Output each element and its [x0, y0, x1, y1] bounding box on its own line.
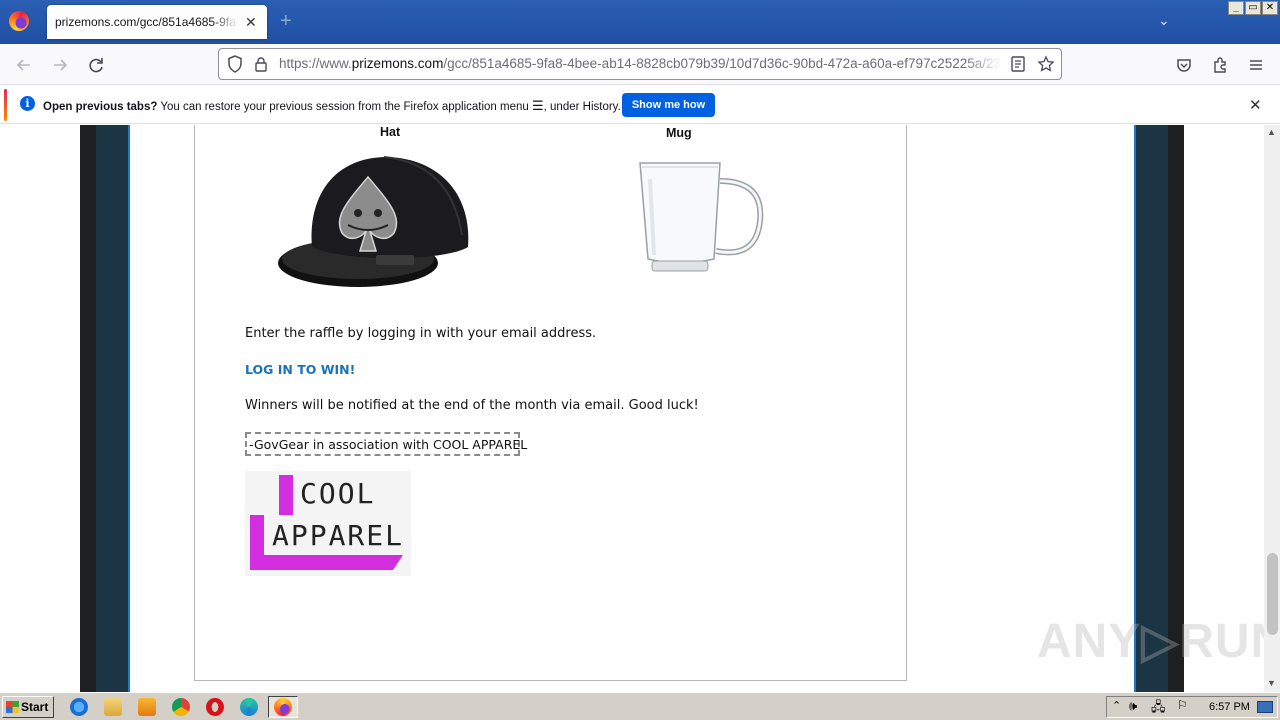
url-prefix: https://www. — [279, 56, 352, 71]
mug-image — [639, 162, 764, 272]
logo-text-cool: COOL — [300, 477, 376, 510]
mug-label: Mug — [666, 126, 692, 140]
start-label: Start — [21, 700, 49, 714]
bookmark-star-icon[interactable] — [1037, 55, 1055, 73]
vertical-scrollbar[interactable]: ▲ ▼ — [1264, 125, 1280, 692]
maximize-button[interactable]: ▭ — [1245, 1, 1261, 15]
notification-accent-bar — [4, 89, 7, 121]
action-center-flag-icon[interactable]: ⚐ — [1177, 698, 1188, 712]
window-controls: _ ▭ ✕ — [1228, 1, 1278, 15]
url-bar[interactable]: https://www.prizemons.com/gcc/851a4685-9… — [218, 48, 1062, 80]
scroll-down-arrow-icon[interactable]: ▼ — [1267, 678, 1276, 688]
tab-title: prizemons.com/gcc/851a4685-9fa8-4bee-ab1… — [55, 15, 239, 29]
new-tab-button[interactable]: + — [280, 10, 292, 32]
navigation-toolbar: https://www.prizemons.com/gcc/851a4685-9… — [0, 44, 1280, 85]
reader-view-icon[interactable] — [1009, 55, 1027, 73]
pocket-icon[interactable] — [1173, 54, 1195, 76]
firefox-taskbar-icon — [274, 698, 292, 716]
file-explorer-icon[interactable] — [104, 698, 122, 716]
info-icon: i — [20, 96, 35, 111]
network-icon[interactable]: 🖧 — [1151, 698, 1166, 720]
signoff-text: -GovGear in association with COOL APPARE… — [245, 432, 527, 456]
show-desktop-icon[interactable] — [1257, 701, 1273, 713]
extensions-icon[interactable] — [1209, 54, 1231, 76]
start-button[interactable]: Start — [2, 696, 54, 718]
url-domain: prizemons.com — [351, 56, 444, 71]
restore-session-notification: i Open previous tabs? You can restore yo… — [0, 86, 1280, 124]
minimize-button[interactable]: _ — [1228, 1, 1244, 15]
hamburger-menu-icon: ☰ — [531, 98, 544, 113]
left-blue-line — [128, 125, 130, 692]
chrome-icon[interactable] — [172, 698, 190, 716]
back-arrow-icon[interactable] — [13, 54, 35, 76]
close-window-button[interactable]: ✕ — [1262, 1, 1278, 15]
tab-close-icon[interactable]: ✕ — [245, 14, 257, 31]
hat-label: Hat — [380, 125, 401, 139]
edge-icon[interactable] — [240, 698, 258, 716]
scrollbar-thumb[interactable] — [1267, 553, 1278, 635]
taskbar-firefox-active[interactable] — [268, 696, 298, 718]
system-tray: ⌃ 🕪 🖧 ⚐ — [1106, 696, 1278, 718]
winners-text: Winners will be notified at the end of t… — [245, 398, 699, 413]
tray-expand-icon[interactable]: ⌃ — [1112, 699, 1121, 712]
internet-explorer-icon[interactable] — [70, 698, 88, 716]
tab-active[interactable]: prizemons.com/gcc/851a4685-9fa8-4bee-ab1… — [47, 5, 267, 39]
lock-icon[interactable] — [255, 56, 267, 72]
notification-bold-text: Open previous tabs? — [43, 101, 158, 113]
login-to-win-link[interactable]: LOG IN TO WIN! — [245, 362, 355, 377]
taskbar-clock[interactable]: 6:57 PM — [1209, 701, 1250, 713]
right-dark-border — [1168, 125, 1184, 692]
opera-icon[interactable] — [206, 698, 224, 716]
right-navy-border — [1136, 125, 1168, 692]
intro-text: Enter the raffle by logging in with your… — [245, 326, 597, 341]
windows-taskbar: Start ⌃ 🕪 🖧 ⚐ 6:57 PM — [0, 692, 1280, 720]
cool-apparel-logo: COOL APPAREL — [245, 471, 411, 576]
scroll-up-arrow-icon[interactable]: ▲ — [1267, 127, 1276, 137]
notification-close-icon[interactable]: ✕ — [1249, 96, 1262, 114]
tab-bar: prizemons.com/gcc/851a4685-9fa8-4bee-ab1… — [0, 0, 1280, 44]
list-all-tabs-icon[interactable]: ⌄ — [1158, 12, 1170, 29]
left-navy-border — [96, 125, 128, 692]
left-dark-border — [80, 125, 96, 692]
page-viewport: Hat Mug Enter the raffle by logging in w… — [0, 125, 1264, 692]
logo-text-apparel: APPAREL — [272, 519, 405, 552]
url-text[interactable]: https://www.prizemons.com/gcc/851a4685-9… — [279, 56, 1001, 71]
notification-end-text: , under History. — [543, 101, 621, 113]
url-path: /gcc/851a4685-9fa8-4bee-ab14-8828cb079b3… — [443, 56, 1001, 71]
windows-flag-icon — [6, 701, 19, 713]
app-menu-icon[interactable] — [1245, 54, 1267, 76]
volume-icon[interactable]: 🕪 — [1129, 698, 1137, 714]
forward-arrow-icon[interactable] — [49, 54, 71, 76]
media-player-icon[interactable] — [138, 698, 156, 716]
firefox-logo-icon[interactable] — [9, 11, 29, 31]
hat-image — [278, 156, 469, 287]
show-me-how-button[interactable]: Show me how — [622, 93, 715, 117]
notification-message: Open previous tabs? You can restore your… — [43, 98, 621, 114]
notification-body-text: You can restore your previous session fr… — [157, 101, 532, 113]
reload-icon[interactable] — [85, 54, 107, 76]
anyrun-watermark: ANY▷RUN — [1037, 615, 1264, 668]
tracking-protection-shield-icon[interactable] — [227, 55, 243, 73]
